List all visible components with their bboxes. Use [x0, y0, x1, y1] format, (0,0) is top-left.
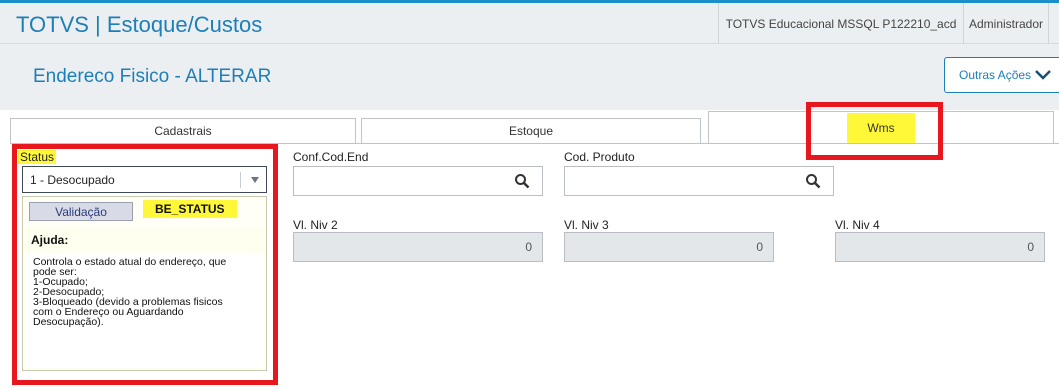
cod-produto-label: Cod. Produto — [564, 150, 635, 164]
chevron-down-icon — [1035, 70, 1051, 80]
vl-niv-4-label: Vl. Niv 4 — [835, 218, 880, 232]
vl-niv-3-field[interactable]: 0 — [564, 232, 774, 262]
tab-cadastrais[interactable]: Cadastrais — [10, 118, 356, 144]
vl-niv-3-label: Vl. Niv 3 — [564, 218, 609, 232]
annotation-box-wms-tab — [806, 102, 943, 160]
search-icon[interactable] — [805, 173, 821, 189]
annotation-box-status — [12, 144, 278, 385]
conf-cod-end-input[interactable] — [293, 166, 543, 196]
tab-cadastrais-label: Cadastrais — [154, 124, 212, 138]
tab-estoque-label: Estoque — [508, 124, 554, 138]
tab-estoque[interactable]: Estoque — [361, 118, 701, 144]
search-icon[interactable] — [514, 173, 530, 189]
page-title: Endereco Fisico - ALTERAR — [33, 66, 272, 87]
user-menu[interactable]: Administrador — [964, 3, 1049, 44]
cod-produto-input[interactable] — [564, 166, 834, 196]
app-title: TOTVS | Estoque/Custos — [16, 12, 263, 37]
top-bar: TOTVS | Estoque/Custos TOTVS Educacional… — [0, 0, 1059, 44]
vl-niv-2-label: Vl. Niv 2 — [293, 218, 338, 232]
other-actions-button[interactable]: Outras Ações — [944, 57, 1059, 93]
conf-cod-end-label: Conf.Cod.End — [293, 150, 369, 164]
environment-info[interactable]: TOTVS Educacional MSSQL P122210_acd — [718, 3, 964, 44]
vl-niv-4-field[interactable]: 0 — [835, 232, 1045, 262]
vl-niv-2-field[interactable]: 0 — [293, 232, 543, 262]
other-actions-label: Outras Ações — [959, 68, 1032, 82]
